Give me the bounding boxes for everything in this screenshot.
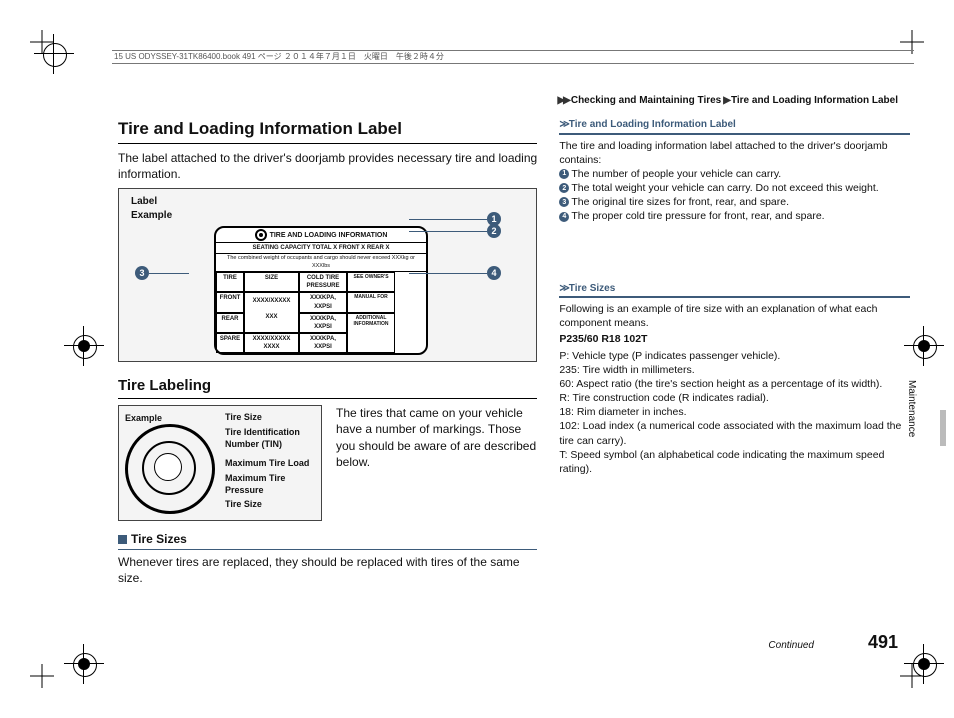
callout-4: 4 [487,266,501,280]
crop-mark-icon [30,664,54,688]
figure-caption: Label Example [131,195,524,222]
list-item: 2The total weight your vehicle can carry… [559,181,910,195]
source-text: 15 US ODYSSEY-31TK86400.book 491 ページ ２０１… [114,52,444,63]
tire-code: P235/60 R18 102T [559,332,910,346]
label-example-figure: Label Example TIRE AND LOADING INFORMATI… [118,188,537,362]
list-item: 4The proper cold tire pressure for front… [559,209,910,223]
tire-code-line: 102: Load index (a numerical code associ… [559,419,910,447]
diagram-labels: Tire Size Tire Identification Number (TI… [225,412,315,514]
heading-1: Tire and Loading Information Label [118,118,537,144]
registration-mark-icon [904,326,944,366]
tire-code-line: T: Speed symbol (an alphabetical code in… [559,448,910,476]
tire-info-label-graphic: TIRE AND LOADING INFORMATION SEATING CAP… [214,226,428,355]
tire-code-line: 18: Rim diameter in inches. [559,405,910,419]
sidebar-intro: Following is an example of tire size wit… [559,302,910,330]
source-header: 15 US ODYSSEY-31TK86400.book 491 ページ ２０１… [112,50,914,64]
subheading-tire-sizes: Tire Sizes [118,531,537,550]
tire-icon [255,229,267,241]
registration-mark-icon [64,644,104,684]
sidebar-section-label-info: ≫Tire and Loading Information Label The … [559,118,910,224]
list-item: 1The number of people your vehicle can c… [559,167,910,181]
registration-mark-icon [904,644,944,684]
content-area: Tire and Loading Information Label The l… [118,118,910,658]
tire-code-line: 60: Aspect ratio (the tire's section hei… [559,377,910,391]
callout-2: 2 [487,224,501,238]
right-column: ≫Tire and Loading Information Label The … [559,118,910,658]
arrow-icon: ▶ [723,95,729,106]
heading-2: Tire Labeling [118,376,537,399]
tire-labeling-text: The tires that came on your vehicle have… [336,405,537,521]
tire-sizes-text: Whenever tires are replaced, they should… [118,554,537,586]
sidebar-section-tire-sizes: ≫Tire Sizes Following is an example of t… [559,282,910,477]
left-column: Tire and Loading Information Label The l… [118,118,537,658]
tire-code-line: P: Vehicle type (P indicates passenger v… [559,349,910,363]
registration-mark-icon [34,34,74,74]
page-number: 491 [868,630,898,654]
registration-mark-icon [64,326,104,366]
edge-tab [940,410,946,446]
continued-label: Continued [768,639,814,653]
section-tab-label: Maintenance [905,380,919,437]
dbl-arrow-icon: ≫ [559,119,567,130]
sidebar-title: ≫Tire and Loading Information Label [559,118,910,135]
figure-caption: Example [125,412,169,424]
arrow-icon: ▶▶ [557,95,568,106]
tire-code-line: 235: Tire width in millimeters. [559,363,910,377]
breadcrumb: ▶▶Checking and Maintaining Tires▶Tire an… [555,94,898,108]
tire-diagram-figure: Example Tire Size Tire Identification Nu… [118,405,322,521]
tire-table: TIRESIZECOLD TIRE PRESSURESEE OWNER'S FR… [216,272,426,353]
tire-code-line: R: Tire construction code (R indicates r… [559,391,910,405]
sidebar-intro: The tire and loading information label a… [559,139,910,167]
sidebar-title: ≫Tire Sizes [559,282,910,299]
dbl-arrow-icon: ≫ [559,283,567,294]
callout-3: 3 [135,266,149,280]
page: 15 US ODYSSEY-31TK86400.book 491 ページ ２０１… [0,0,954,718]
tire-sidewall-icon [125,424,213,512]
list-item: 3The original tire sizes for front, rear… [559,195,910,209]
intro-text: The label attached to the driver's doorj… [118,150,537,182]
square-bullet-icon [118,535,127,544]
